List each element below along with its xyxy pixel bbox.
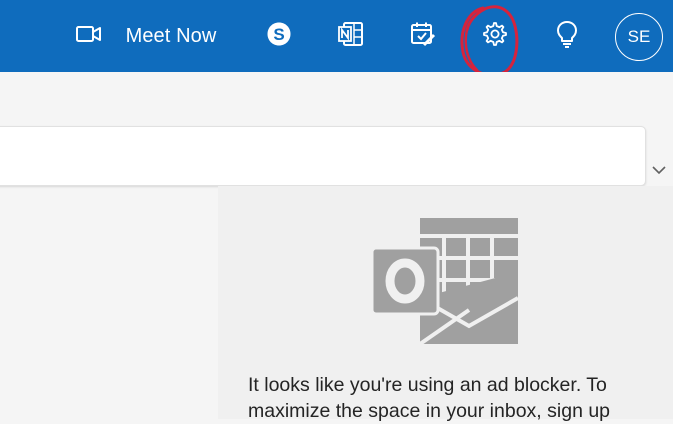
top-header-bar: Meet Now S SE xyxy=(0,0,673,77)
onenote-icon xyxy=(338,21,364,52)
ad-blocker-message: It looks like you're using an ad blocker… xyxy=(248,374,611,422)
meet-now-button[interactable]: Meet Now xyxy=(56,0,236,72)
settings-button[interactable] xyxy=(474,0,516,72)
avatar[interactable]: SE xyxy=(615,13,663,61)
message-list-pane xyxy=(0,194,218,419)
avatar-initials: SE xyxy=(627,27,651,46)
onenote-button[interactable] xyxy=(330,0,372,72)
todo-button[interactable] xyxy=(402,0,444,72)
svg-text:S: S xyxy=(273,25,284,44)
skype-icon: S xyxy=(266,21,292,52)
lightbulb-icon xyxy=(555,20,579,53)
search-input[interactable] xyxy=(0,126,646,186)
expand-button[interactable] xyxy=(648,160,670,182)
gear-icon xyxy=(482,21,508,52)
calendar-check-icon xyxy=(410,21,436,52)
skype-button[interactable]: S xyxy=(258,0,300,72)
tips-button[interactable] xyxy=(546,0,588,72)
meet-now-label: Meet Now xyxy=(125,24,217,47)
outlook-logo xyxy=(372,218,519,346)
video-camera-icon xyxy=(75,25,102,48)
chevron-down-icon xyxy=(651,162,667,180)
